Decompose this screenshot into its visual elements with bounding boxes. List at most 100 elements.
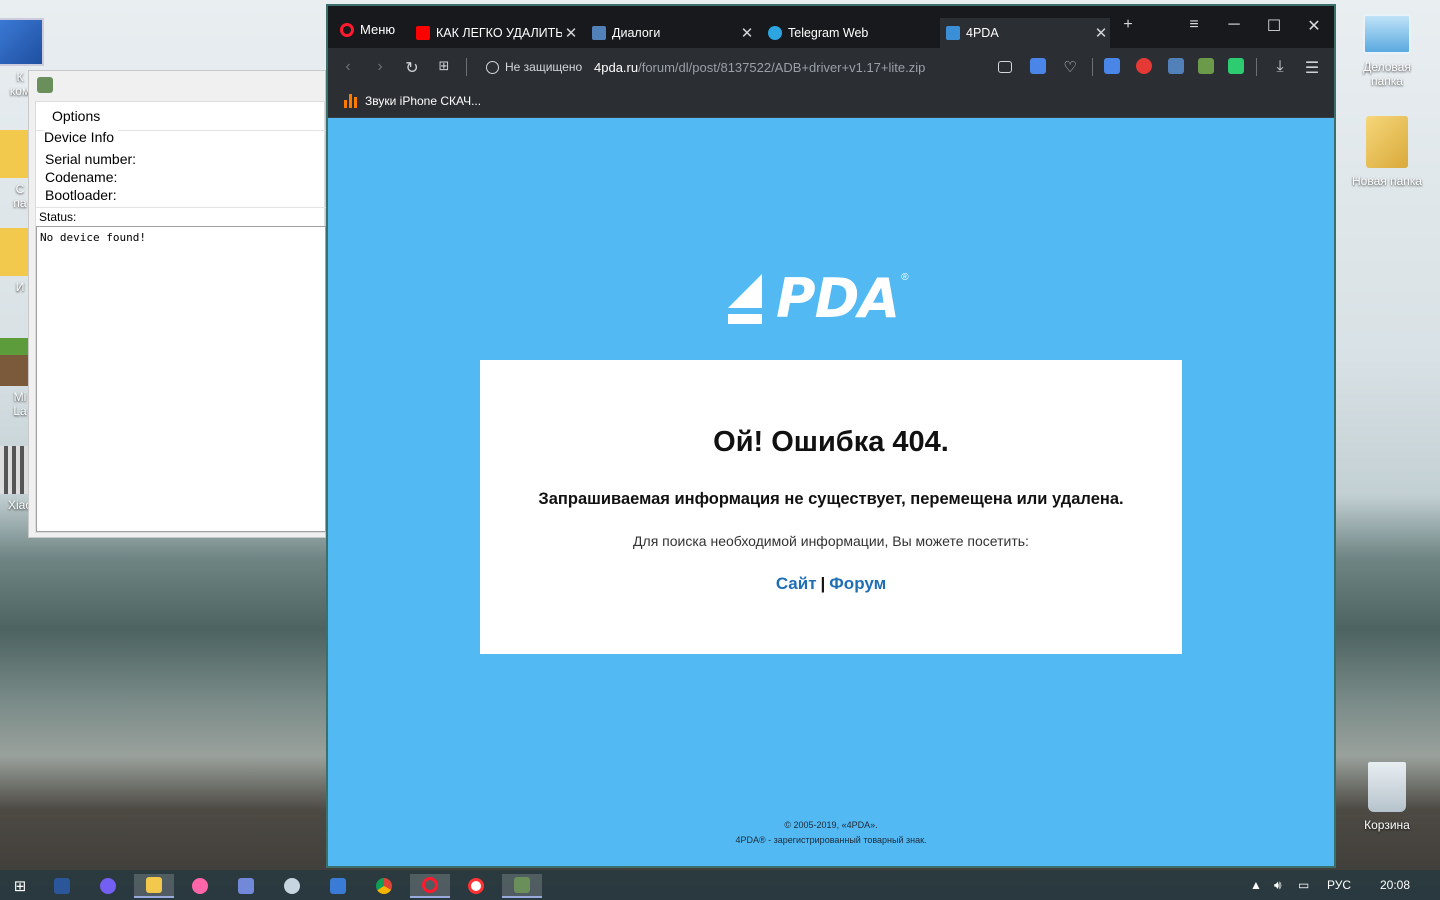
error-hint: Для поиска необходимой информации, Вы мо… — [633, 533, 1029, 549]
desktop-icon-label: С па — [13, 182, 27, 210]
back-icon[interactable]: ‹ — [338, 58, 358, 76]
minimize-icon[interactable]: ─ — [1214, 16, 1254, 34]
vk-icon[interactable] — [1168, 58, 1184, 74]
new-tab-icon[interactable]: + — [1108, 16, 1148, 34]
desktop-icon-label: Деловая папка — [1363, 60, 1411, 88]
logo-text: PDA — [776, 267, 900, 330]
desktop-icon-recycle-bin[interactable]: Корзина — [1347, 762, 1427, 832]
mic-extension-icon[interactable] — [1136, 58, 1152, 74]
telegram-icon — [768, 26, 782, 40]
tab-title: Telegram Web — [788, 26, 869, 40]
clock[interactable]: 20:08 — [1380, 878, 1410, 892]
start-button[interactable]: ⊞ — [0, 874, 40, 898]
site-link[interactable]: Сайт — [776, 574, 817, 593]
serial-number-label: Serial number: — [45, 151, 137, 167]
camera-icon[interactable] — [998, 61, 1012, 73]
taskbar-word[interactable] — [42, 874, 82, 898]
error-title: Ой! Ошибка 404. — [713, 426, 949, 458]
reload-icon[interactable]: ↻ — [402, 58, 422, 78]
opera-icon — [422, 877, 438, 893]
page-content: PDA ® Ой! Ошибка 404. Запрашиваемая инфо… — [328, 118, 1334, 866]
taskbar-viber[interactable] — [88, 874, 128, 898]
codename-label: Codename: — [45, 169, 118, 185]
forward-icon[interactable]: › — [370, 58, 390, 76]
desktop-icon-label: И — [15, 280, 25, 294]
chrome-icon — [376, 878, 392, 894]
adblock-icon[interactable] — [1030, 58, 1046, 74]
taskbar-adb-app[interactable] — [502, 874, 542, 898]
desktop-icon-new-folder[interactable]: Новая папка — [1347, 116, 1427, 188]
browser-window: Меню КАК ЛЕГКО УДАЛИТЬ ✕ Диалоги ✕ Teleg… — [326, 4, 1336, 868]
tab-title: КАК ЛЕГКО УДАЛИТЬ — [436, 26, 562, 40]
download-icon[interactable]: ⤓ — [1270, 58, 1290, 76]
easy-setup-icon[interactable]: ☰ — [1302, 58, 1322, 78]
tab-dialogs[interactable]: Диалоги ✕ — [586, 18, 756, 48]
windows-icon: ⊞ — [13, 878, 27, 895]
url-path: /forum/dl/post/8137522/ADB+driver+v1.17+… — [638, 60, 926, 75]
word-icon — [54, 878, 70, 894]
4pda-icon — [946, 26, 960, 40]
status-label: Status: — [39, 210, 77, 224]
security-label: Не защищено — [505, 60, 583, 74]
tab-title: 4PDA — [966, 26, 999, 40]
tab-options[interactable]: Options — [52, 108, 100, 124]
status-output[interactable]: No device found! — [36, 226, 326, 532]
desktop-icon-label: Корзина — [1364, 818, 1410, 832]
tray-overflow-icon[interactable]: ▲ — [1250, 878, 1262, 892]
opera-logo-icon — [340, 22, 354, 37]
forum-link[interactable]: Форум — [829, 574, 886, 593]
device-info-group: Device Info Serial number: Codename: Boo… — [36, 129, 326, 208]
speed-dial-icon[interactable]: ⊞ — [434, 58, 454, 74]
vpn-extension-icon[interactable] — [1228, 58, 1244, 74]
bookmark-item[interactable]: Звуки iPhone СКАЧ... — [344, 94, 481, 108]
heart-icon[interactable]: ♡ — [1060, 58, 1080, 76]
4pda-logo[interactable]: PDA ® — [728, 267, 909, 330]
volume-icon[interactable]: 🔊︎ — [1274, 878, 1282, 893]
desktop-icon-business-folder[interactable]: Деловая папка — [1347, 14, 1427, 88]
network-icon[interactable]: ▭ — [1298, 878, 1309, 892]
page-footer: © 2005-2019, «4PDA». 4PDA® - зарегистрир… — [328, 818, 1334, 848]
error-links: Сайт | Форум — [480, 574, 1182, 594]
taskbar-steam[interactable] — [272, 874, 312, 898]
menu-label: Меню — [360, 22, 396, 37]
taskbar-explorer[interactable] — [134, 874, 174, 898]
divider — [1092, 58, 1093, 76]
chat-icon — [592, 26, 606, 40]
security-indicator[interactable]: Не защищено — [486, 60, 582, 74]
error-card: Ой! Ошибка 404. Запрашиваемая информация… — [480, 360, 1182, 654]
tab-youtube[interactable]: КАК ЛЕГКО УДАЛИТЬ ✕ — [410, 18, 580, 48]
tab-4pda[interactable]: 4PDA ✕ — [940, 18, 1110, 48]
taskbar-media[interactable] — [318, 874, 358, 898]
maximize-icon[interactable]: ☐ — [1254, 16, 1294, 36]
taskbar-osu[interactable] — [180, 874, 220, 898]
options-panel: Options Device Info Serial number: Coden… — [35, 101, 326, 533]
url-field[interactable]: 4pda.ru/forum/dl/post/8137522/ADB+driver… — [594, 60, 925, 75]
divider — [1256, 58, 1257, 76]
menu-button[interactable]: Меню — [340, 22, 395, 37]
address-bar: ‹ › ↻ ⊞ Не защищено 4pda.ru/forum/dl/pos… — [328, 48, 1334, 86]
osu-icon — [192, 878, 208, 894]
globe-icon — [486, 60, 499, 74]
box-extension-icon[interactable] — [1198, 58, 1214, 74]
close-icon[interactable]: ✕ — [562, 24, 580, 42]
explorer-icon — [146, 877, 162, 893]
desktop-icon-label: Новая папка — [1352, 174, 1422, 188]
translate-icon[interactable] — [1104, 58, 1120, 74]
taskbar-chrome[interactable] — [364, 874, 404, 898]
tab-menu-icon[interactable]: ≡ — [1174, 16, 1214, 34]
folder-icon — [1366, 116, 1408, 168]
tab-title: Диалоги — [612, 26, 661, 40]
close-icon[interactable]: ✕ — [738, 24, 756, 42]
language-indicator[interactable]: РУС — [1327, 878, 1351, 892]
taskbar-discord[interactable] — [226, 874, 266, 898]
taskbar-opera[interactable] — [410, 874, 450, 898]
taskbar-yandex[interactable] — [456, 874, 496, 898]
bookmarks-bar: Звуки iPhone СКАЧ... — [328, 86, 1334, 118]
app-icon — [37, 77, 53, 93]
yandex-icon — [468, 878, 484, 894]
tab-telegram[interactable]: Telegram Web — [762, 18, 938, 48]
taskbar: ⊞ ▲ 🔊︎ ▭ РУС 20:08 — [0, 870, 1440, 900]
bootloader-label: Bootloader: — [45, 187, 117, 203]
close-window-icon[interactable]: ✕ — [1294, 16, 1334, 36]
desktop-icon-label: Mi La — [13, 390, 27, 418]
